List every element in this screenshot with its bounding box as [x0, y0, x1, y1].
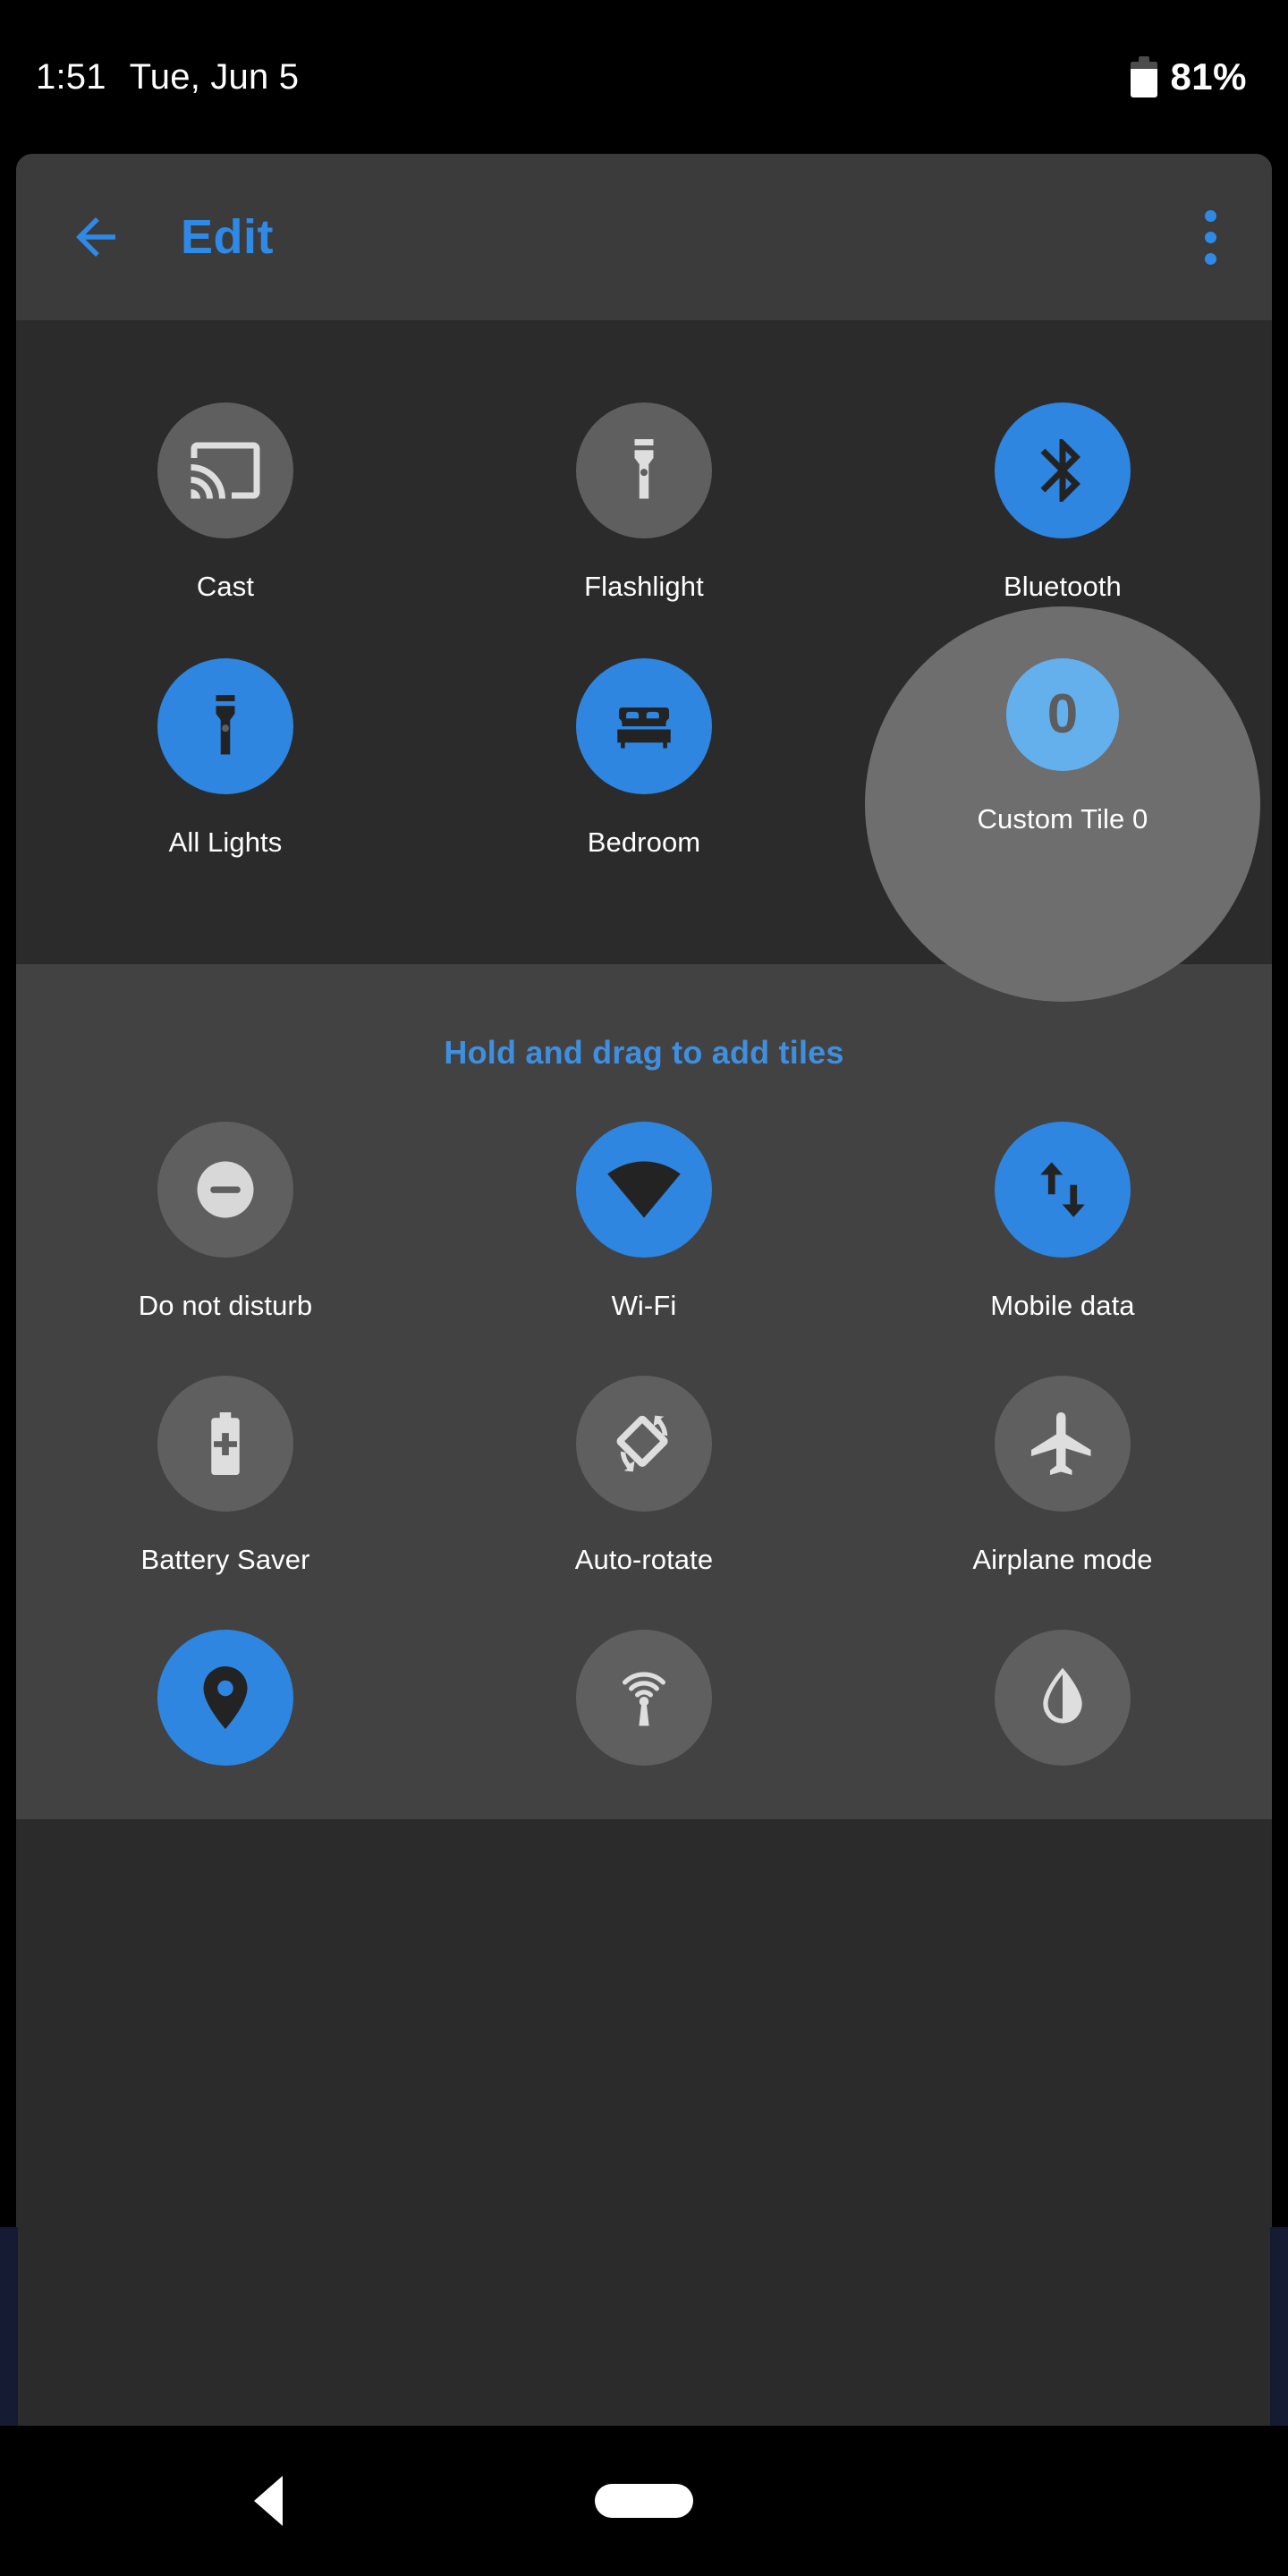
battery-percent-label: 81% [1170, 55, 1247, 97]
tile-label: Battery Saver [140, 1544, 310, 1575]
tile-all-lights[interactable]: All Lights [16, 658, 435, 914]
flashlight-icon[interactable] [575, 402, 712, 538]
nav-back-icon[interactable] [254, 2476, 283, 2526]
tile-label: Cast [196, 571, 255, 602]
tile-label: Bluetooth [1004, 571, 1122, 602]
tile-inner: Airplane mode [972, 1376, 1152, 1576]
flashlight-icon[interactable] [157, 658, 293, 794]
available-tiles-grid: Do not disturb Wi-Fi Mobile data Battery Sa… [16, 1122, 1272, 1819]
tile-cast[interactable]: Cast [16, 402, 435, 658]
tile-inner: Auto-rotate [575, 1376, 713, 1576]
tile-inner: Do not disturb [139, 1122, 312, 1322]
bluetooth-icon[interactable] [994, 402, 1131, 538]
cast-icon[interactable] [157, 402, 293, 538]
battery-icon [1131, 56, 1158, 97]
tile-label: All Lights [168, 826, 283, 858]
tile-mobile-data[interactable]: Mobile data [853, 1122, 1272, 1376]
mobile-data-icon[interactable] [994, 1122, 1131, 1258]
wifi-icon[interactable] [575, 1122, 712, 1258]
tile-bedroom[interactable]: Bedroom [435, 658, 853, 914]
tile-inner: Flashlight [575, 402, 712, 603]
tile-battery-saver[interactable]: Battery Saver [16, 1376, 435, 1630]
tile-do-not-disturb[interactable]: Do not disturb [16, 1122, 435, 1376]
right-edge-strip [1270, 2227, 1288, 2426]
tile-inner: Cast [157, 402, 293, 603]
left-edge-strip [0, 2227, 18, 2426]
tile-inner: Wi-Fi [575, 1122, 712, 1322]
tile-inner [994, 1630, 1131, 1766]
tile-inner: Mobile data [990, 1122, 1135, 1322]
status-bar-date: Tue, Jun 5 [129, 56, 300, 97]
tile-wi-fi[interactable]: Wi-Fi [435, 1122, 853, 1376]
tile-label: Bedroom [587, 826, 701, 858]
battery-saver-icon[interactable] [157, 1376, 293, 1512]
tile-icon-text: 0 [1046, 683, 1079, 745]
tile-inner: 0 Custom Tile 0 [978, 658, 1148, 835]
airplane-icon[interactable] [994, 1376, 1131, 1512]
location-icon[interactable] [157, 1630, 293, 1766]
bed-icon[interactable] [575, 658, 712, 794]
back-arrow-icon[interactable] [66, 208, 125, 267]
tile-flashlight[interactable]: Flashlight [435, 402, 853, 658]
current-tiles-grid: Cast Flashlight Bluetooth All Lights Bedroom… [16, 402, 1272, 1002]
tile-airplane-mode[interactable]: Airplane mode [853, 1376, 1272, 1630]
tile-inner: All Lights [157, 658, 293, 859]
navigation-bar [0, 2426, 1288, 2576]
tile-label: Flashlight [584, 571, 704, 602]
tile-label: Do not disturb [138, 1290, 313, 1321]
available-tiles-section: Hold and drag to add tiles Do not distur… [16, 964, 1272, 1819]
tile-hotspot[interactable] [435, 1630, 853, 1819]
status-bar-left: 1:51 Tue, Jun 5 [36, 57, 299, 97]
tile-inner: Bedroom [575, 658, 712, 859]
status-bar-right: 81% [1131, 55, 1247, 98]
status-bar: 1:51 Tue, Jun 5 81% [0, 0, 1288, 154]
status-bar-clock: 1:51 [36, 56, 106, 97]
hotspot-icon[interactable] [575, 1630, 712, 1766]
night-light-icon[interactable] [994, 1630, 1131, 1766]
tile-auto-rotate[interactable]: Auto-rotate [435, 1376, 853, 1630]
tile-inner: Battery Saver [140, 1376, 309, 1576]
tile-night-light[interactable] [853, 1630, 1272, 1819]
overflow-menu-icon[interactable] [1191, 198, 1231, 277]
tile-inner [157, 1630, 293, 1766]
page-title: Edit [181, 210, 274, 264]
tile-label: Auto-rotate [574, 1544, 714, 1575]
tile-label: Custom Tile 0 [977, 803, 1148, 835]
tile-inner: Bluetooth [994, 402, 1131, 603]
tile-custom-tile-0[interactable]: 0 Custom Tile 0 [853, 606, 1272, 1002]
phone-screen: 1:51 Tue, Jun 5 81% Edit Cast Flashlight… [0, 0, 1288, 2576]
zero-icon[interactable]: 0 [1005, 658, 1119, 771]
tile-location[interactable] [16, 1630, 435, 1819]
tile-label: Wi-Fi [611, 1290, 677, 1321]
do-not-disturb-icon[interactable] [157, 1122, 293, 1258]
auto-rotate-icon[interactable] [575, 1376, 712, 1512]
tile-label: Mobile data [990, 1290, 1135, 1321]
current-tiles-section: Cast Flashlight Bluetooth All Lights Bedroom… [16, 320, 1272, 1002]
edit-toolbar: Edit [16, 154, 1272, 320]
tile-label: Airplane mode [972, 1544, 1153, 1575]
quick-settings-edit-card: Edit Cast Flashlight Bluetooth All Lights Be… [16, 154, 1272, 2426]
tile-inner [575, 1630, 712, 1766]
nav-home-pill-icon[interactable] [595, 2484, 693, 2518]
